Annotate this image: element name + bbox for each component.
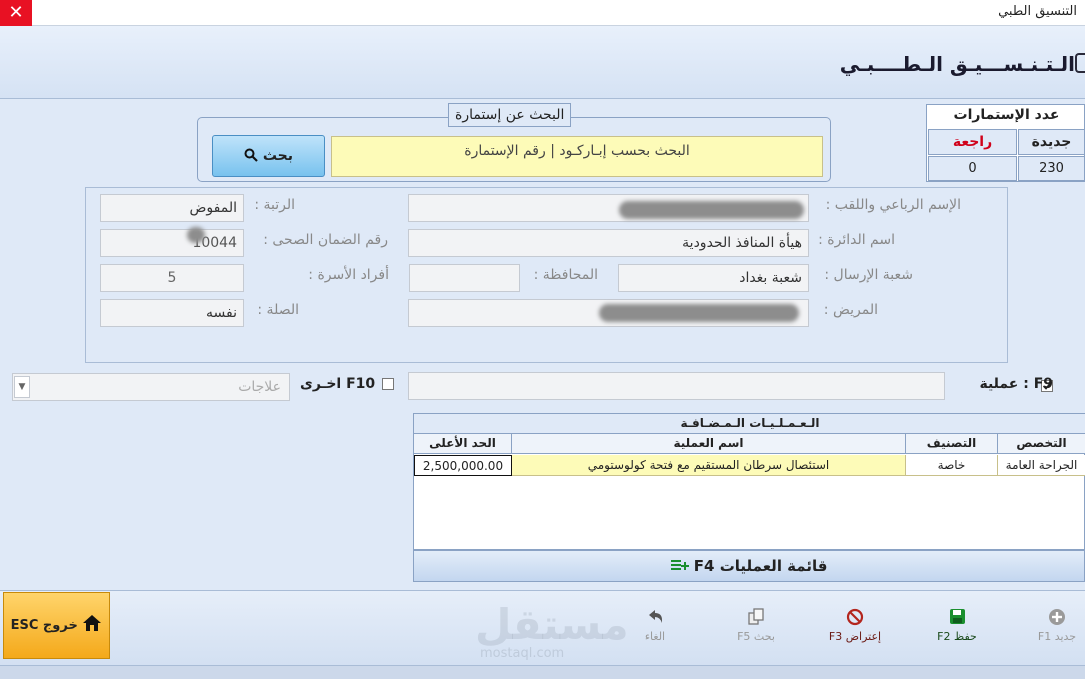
new-button[interactable]: جديد F1 (1022, 608, 1085, 650)
patient-label: المريض : (823, 302, 878, 318)
full-name-label: الإسم الرباعي واللقب : (825, 197, 961, 213)
grid-cell-max-limit[interactable]: 2,500,000.00 (414, 455, 512, 476)
copy-icon (721, 608, 791, 628)
relation-label: الصلة : (257, 302, 299, 318)
family-label: أفراد الأسرة : (308, 267, 389, 283)
family-field[interactable]: 5 (100, 264, 244, 292)
grid-header-max-limit: الحد الأعلى (414, 434, 512, 454)
cancel-button-label: الغاء (644, 630, 666, 643)
search-f5-label: بحث F5 (737, 630, 775, 643)
form-count-title: عدد الإستمارات (953, 107, 1060, 123)
cancel-button[interactable]: الغاء (620, 608, 690, 650)
search-input[interactable]: البحث بحسب إبـاركـود | رقم الإستمارة (331, 136, 823, 177)
grid-cell-classification[interactable]: خاصة (906, 455, 998, 476)
plus-circle-icon (1022, 608, 1085, 628)
objection-button-label: إعتراض F3 (828, 630, 882, 643)
search-legend: البحث عن إستمارة (448, 103, 572, 127)
grid-cell-specialty[interactable]: الجراحة العامة (998, 455, 1085, 476)
form-count-box: عدد الإستمارات جديدة راجعة 230 0 (926, 104, 1085, 182)
title-bracket (1075, 53, 1085, 73)
returned-count-header: راجعة (928, 129, 1017, 155)
grid-header-classification: التصنيف (906, 434, 998, 454)
undo-arrow-icon (620, 608, 690, 628)
full-name-field[interactable] (408, 194, 809, 222)
operations-list-button[interactable]: قائمة العمليات F4 (413, 550, 1085, 582)
operations-list-label: قائمة العمليات F4 (693, 557, 828, 575)
branch-label: شعبة الإرسال : (824, 267, 913, 283)
redacted-name (619, 201, 804, 219)
no-entry-icon (820, 608, 890, 628)
floppy-disk-icon (922, 608, 992, 628)
new-count-value: 230 (1018, 156, 1085, 181)
exit-button[interactable]: خروج ESC (3, 592, 110, 659)
province-label: المحافظة : (533, 267, 598, 283)
grid-header-specialty: التخصص (998, 434, 1085, 454)
home-icon (83, 615, 102, 631)
redacted-insurance (187, 227, 205, 243)
watermark-logo: مستقل (475, 600, 629, 649)
branch-field[interactable]: شعبة بغداد (618, 264, 809, 292)
treatments-select[interactable]: علاجات (12, 373, 290, 401)
operation-field[interactable] (408, 372, 945, 400)
close-button[interactable]: ✕ (0, 0, 32, 26)
other-checkbox[interactable] (382, 378, 394, 390)
grid-header-operation-name: اسم العملية (512, 434, 906, 454)
exit-button-label: خروج ESC (10, 618, 78, 633)
insurance-label: رقم الضمان الصحى : (263, 232, 388, 248)
new-button-label: جديد F1 (1037, 630, 1077, 643)
search-button[interactable]: بحث (212, 135, 325, 177)
province-field[interactable] (409, 264, 520, 292)
department-label: اسم الدائرة : (818, 232, 895, 248)
page-title: الـتـنـســـيـق الـطــــبـي (839, 52, 1075, 76)
insurance-field[interactable]: 10044 (100, 227, 244, 257)
grid-title: الـعـمـلـيـات الـمـضـافـة (414, 414, 1085, 434)
department-field[interactable]: هيأة المنافذ الحدودية (408, 229, 809, 257)
operation-label: F9 : عملية (979, 376, 1053, 392)
redacted-patient (599, 304, 799, 322)
returned-count-value: 0 (928, 156, 1017, 181)
watermark-url: mostaql.com (480, 646, 565, 661)
window-title: التنسيق الطبي (998, 4, 1077, 19)
operation-text: عملية (979, 376, 1019, 392)
other-label: F10 اخـرى (300, 376, 375, 392)
list-add-icon (670, 560, 689, 570)
rank-field[interactable]: المفوض (100, 194, 244, 222)
operations-grid: الـعـمـلـيـات الـمـضـافـة التخصص التصنيف… (413, 413, 1085, 550)
patient-field[interactable] (408, 299, 809, 327)
other-key: F10 (346, 376, 376, 392)
operation-key: F9 (1033, 376, 1053, 392)
search-f5-button[interactable]: بحث F5 (721, 608, 791, 650)
save-button[interactable]: حفظ F2 (922, 608, 992, 650)
save-button-label: حفظ F2 (937, 630, 977, 643)
status-strip (0, 665, 1085, 679)
search-button-label: بحث (262, 148, 294, 164)
title-bar (0, 0, 1085, 26)
objection-button[interactable]: إعتراض F3 (820, 608, 890, 650)
rank-label: الرتبة : (254, 197, 295, 213)
new-count-header: جديدة (1018, 129, 1085, 155)
other-text: اخـرى (300, 376, 342, 392)
magnifier-icon (244, 148, 258, 162)
grid-cell-operation-name[interactable]: استئصال سرطان المستقيم مع فتحة كولوستومي (512, 455, 906, 476)
chevron-down-icon[interactable]: ▼ (14, 376, 30, 398)
relation-field[interactable]: نفسه (100, 299, 244, 327)
